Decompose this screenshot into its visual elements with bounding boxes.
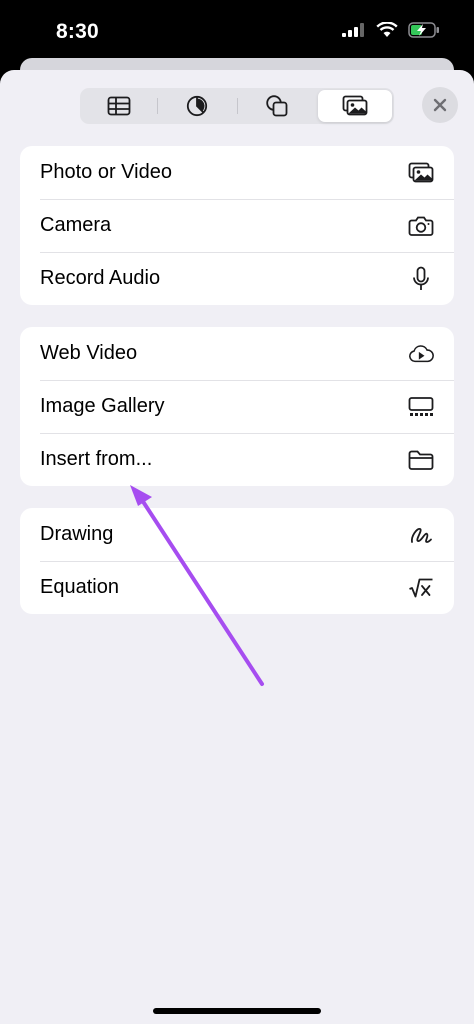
status-time: 8:30 [56,20,99,43]
folder-icon [408,447,434,473]
tab-media[interactable] [318,90,392,122]
menu-item-label: Insert from... [40,448,153,470]
camera-icon [408,213,434,239]
menu-item-label: Equation [40,576,119,598]
cellular-signal-icon [342,23,364,37]
menu-item-image-gallery[interactable]: Image Gallery [20,380,454,433]
photo-library-icon [408,160,434,186]
menu-item-insert-from[interactable]: Insert from... [20,433,454,486]
wifi-icon [376,22,398,37]
menu-item-label: Camera [40,214,112,236]
close-button[interactable] [422,87,458,123]
menu-item-label: Photo or Video [40,161,172,183]
microphone-icon [408,266,434,292]
drawing-equation-group: Drawing Equation [20,508,454,614]
tab-shapes[interactable] [240,90,314,122]
insert-category-control [80,88,394,124]
insert-sheet: Photo or Video Camera Record Audio Web V… [0,70,474,1024]
menu-item-label: Drawing [40,523,114,545]
menu-item-label: Image Gallery [40,395,165,417]
media-icon [342,95,368,116]
image-gallery-icon [408,394,434,420]
status-bar: 8:30 [0,0,474,64]
menu-item-record-audio[interactable]: Record Audio [20,252,454,305]
shapes-icon [266,95,288,117]
status-icons [342,22,440,38]
media-source-group: Photo or Video Camera Record Audio [20,146,454,305]
menu-item-drawing[interactable]: Drawing [20,508,454,561]
pie-chart-icon [186,95,208,117]
segment-divider [157,98,158,114]
menu-item-label: Record Audio [40,267,161,289]
menu-item-camera[interactable]: Camera [20,199,454,252]
close-icon [433,98,447,112]
home-indicator [153,1008,321,1014]
table-icon [107,96,131,116]
battery-charging-icon [408,22,439,38]
menu-item-photo-or-video[interactable]: Photo or Video [20,146,454,199]
menu-item-label: Web Video [40,342,138,364]
menu-item-web-video[interactable]: Web Video [20,327,454,380]
media-import-group: Web Video Image Gallery Insert from... [20,327,454,486]
equation-icon [408,575,434,601]
tab-table[interactable] [82,90,156,122]
tab-chart[interactable] [160,90,234,122]
drawing-icon [408,522,434,548]
segment-divider [237,98,238,114]
cloud-play-icon [408,341,434,367]
menu-item-equation[interactable]: Equation [20,561,454,614]
